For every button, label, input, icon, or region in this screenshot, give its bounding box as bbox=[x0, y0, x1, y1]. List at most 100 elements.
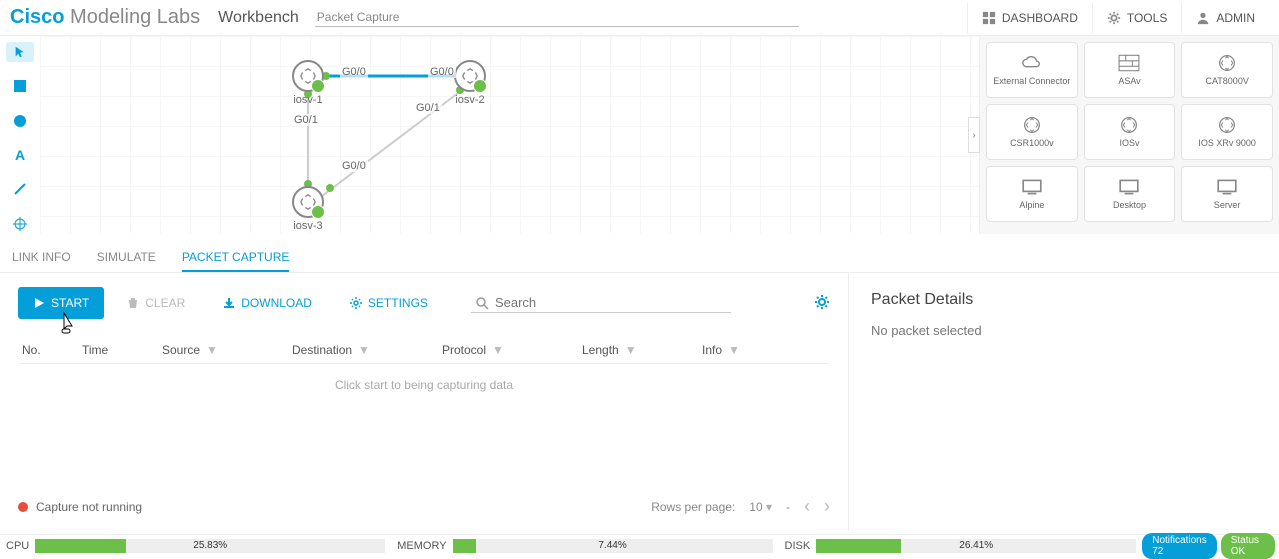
download-icon bbox=[223, 297, 235, 309]
breadcrumb[interactable]: Packet Capture bbox=[315, 8, 800, 27]
filter-icon[interactable]: ▼ bbox=[625, 343, 637, 357]
dashboard-label: DASHBOARD bbox=[1002, 11, 1078, 25]
system-status-bar: CPU 25.83% MEMORY 7.44% DISK 26.41% Noti… bbox=[0, 534, 1279, 556]
clear-button[interactable]: CLEAR bbox=[112, 287, 200, 319]
prev-page-button[interactable]: ‹ bbox=[804, 496, 810, 517]
node-palette: › External ConnectorASAvCAT8000VCSR1000v… bbox=[979, 36, 1279, 234]
status-ok-pill[interactable]: Status OK bbox=[1221, 533, 1275, 559]
next-page-button[interactable]: › bbox=[824, 496, 830, 517]
disk-value: 26.41% bbox=[959, 539, 993, 553]
start-label: START bbox=[51, 296, 89, 310]
cpu-bar: 25.83% bbox=[35, 539, 385, 553]
cursor-icon bbox=[13, 45, 27, 59]
tool-line[interactable] bbox=[6, 179, 34, 199]
text-icon: A bbox=[15, 147, 25, 163]
left-toolbar: A bbox=[0, 36, 40, 234]
tools-button[interactable]: TOOLS bbox=[1092, 3, 1181, 33]
router-icon bbox=[454, 60, 486, 92]
bottom-tabs: LINK INFO SIMULATE PACKET CAPTURE bbox=[0, 234, 1279, 273]
start-button[interactable]: START bbox=[18, 287, 104, 319]
settings-button[interactable]: SETTINGS bbox=[335, 287, 443, 319]
palette-item-external-connector[interactable]: External Connector bbox=[986, 42, 1078, 98]
packet-details-message: No packet selected bbox=[871, 323, 1257, 338]
node-iosv-2[interactable]: iosv-2 bbox=[454, 60, 486, 106]
palette-item-ios-xrv-9000[interactable]: IOS XRv 9000 bbox=[1181, 104, 1273, 160]
palette-item-asav[interactable]: ASAv bbox=[1084, 42, 1176, 98]
tool-rectangle[interactable] bbox=[6, 76, 34, 96]
col-time[interactable]: Time bbox=[82, 343, 162, 357]
search-field[interactable] bbox=[471, 293, 731, 313]
workbench-label: Workbench bbox=[218, 9, 299, 27]
gear-icon bbox=[1107, 11, 1121, 25]
tab-link-info[interactable]: LINK INFO bbox=[12, 244, 71, 272]
packet-details-title: Packet Details bbox=[871, 291, 1257, 309]
dashboard-button[interactable]: DASHBOARD bbox=[967, 3, 1092, 33]
palette-item-csr1000v[interactable]: CSR1000v bbox=[986, 104, 1078, 160]
capture-main: START CLEAR DOWNLOAD SETTINGS bbox=[0, 273, 849, 531]
download-button[interactable]: DOWNLOAD bbox=[208, 287, 327, 319]
col-info[interactable]: Info▼ bbox=[702, 343, 826, 357]
link-label: G0/0 bbox=[428, 66, 456, 78]
palette-item-label: CAT8000V bbox=[1205, 76, 1248, 86]
node-iosv-3[interactable]: iosv-3 bbox=[292, 186, 324, 232]
work-area: A iosv-1 iosv-2 iosv-3 G0/0 G0/0 G0/1 G0… bbox=[0, 36, 1279, 234]
tool-fit[interactable] bbox=[6, 214, 34, 234]
col-no[interactable]: No. bbox=[22, 343, 82, 357]
topology-canvas[interactable]: iosv-1 iosv-2 iosv-3 G0/0 G0/0 G0/1 G0/1… bbox=[40, 36, 979, 234]
rows-per-page-label: Rows per page: bbox=[651, 500, 735, 514]
tab-simulate[interactable]: SIMULATE bbox=[97, 244, 156, 272]
admin-button[interactable]: ADMIN bbox=[1181, 3, 1269, 33]
tool-select[interactable] bbox=[6, 42, 34, 62]
tools-label: TOOLS bbox=[1127, 11, 1167, 25]
palette-item-label: IOS XRv 9000 bbox=[1198, 138, 1256, 148]
node-label: iosv-3 bbox=[293, 220, 322, 232]
clear-label: CLEAR bbox=[145, 296, 185, 310]
gear-icon bbox=[814, 294, 830, 310]
page-range: - bbox=[786, 500, 790, 514]
user-icon bbox=[1196, 11, 1210, 25]
play-icon bbox=[33, 297, 45, 309]
pager: Rows per page: 10 ▾ - ‹ › bbox=[651, 496, 830, 517]
memory-value: 7.44% bbox=[598, 539, 626, 553]
disk-meter: DISK 26.41% bbox=[779, 539, 1143, 553]
topology-links bbox=[40, 36, 979, 234]
palette-item-label: External Connector bbox=[993, 76, 1070, 86]
palette-item-cat8000v[interactable]: CAT8000V bbox=[1181, 42, 1273, 98]
table-settings-button[interactable] bbox=[814, 294, 830, 313]
capture-footer: Capture not running Rows per page: 10 ▾ … bbox=[18, 486, 830, 517]
col-destination[interactable]: Destination▼ bbox=[292, 343, 442, 357]
cpu-meter: CPU 25.83% bbox=[0, 539, 391, 553]
col-length[interactable]: Length▼ bbox=[582, 343, 702, 357]
disk-bar: 26.41% bbox=[816, 539, 1136, 553]
rows-per-page-select[interactable]: 10 ▾ bbox=[749, 500, 772, 514]
palette-item-server[interactable]: Server bbox=[1181, 166, 1273, 222]
packet-details-panel: Packet Details No packet selected bbox=[849, 273, 1279, 531]
tool-text[interactable]: A bbox=[6, 145, 34, 165]
tab-packet-capture[interactable]: PACKET CAPTURE bbox=[182, 244, 290, 272]
filter-icon[interactable]: ▼ bbox=[206, 343, 218, 357]
node-iosv-1[interactable]: iosv-1 bbox=[292, 60, 324, 106]
node-label: iosv-2 bbox=[455, 94, 484, 106]
notifications-pill[interactable]: Notifications 72 bbox=[1142, 533, 1216, 559]
palette-collapse-button[interactable]: › bbox=[968, 117, 980, 153]
tool-ellipse[interactable] bbox=[6, 111, 34, 131]
link-label: G0/1 bbox=[414, 102, 442, 114]
capture-toolbar: START CLEAR DOWNLOAD SETTINGS bbox=[18, 287, 830, 319]
top-actions: DASHBOARD TOOLS ADMIN bbox=[967, 3, 1269, 33]
chevron-down-icon: ▾ bbox=[766, 500, 772, 514]
palette-item-alpine[interactable]: Alpine bbox=[986, 166, 1078, 222]
memory-bar: 7.44% bbox=[453, 539, 773, 553]
col-protocol[interactable]: Protocol▼ bbox=[442, 343, 582, 357]
palette-item-iosv[interactable]: IOSv bbox=[1084, 104, 1176, 160]
filter-icon[interactable]: ▼ bbox=[358, 343, 370, 357]
link-label: G0/0 bbox=[340, 66, 368, 78]
filter-icon[interactable]: ▼ bbox=[728, 343, 740, 357]
col-source[interactable]: Source▼ bbox=[162, 343, 292, 357]
search-input[interactable] bbox=[495, 295, 727, 310]
link-label: G0/1 bbox=[292, 114, 320, 126]
gear-icon bbox=[350, 297, 362, 309]
filter-icon[interactable]: ▼ bbox=[492, 343, 504, 357]
node-label: iosv-1 bbox=[293, 94, 322, 106]
link-label: G0/0 bbox=[340, 160, 368, 172]
palette-item-desktop[interactable]: Desktop bbox=[1084, 166, 1176, 222]
